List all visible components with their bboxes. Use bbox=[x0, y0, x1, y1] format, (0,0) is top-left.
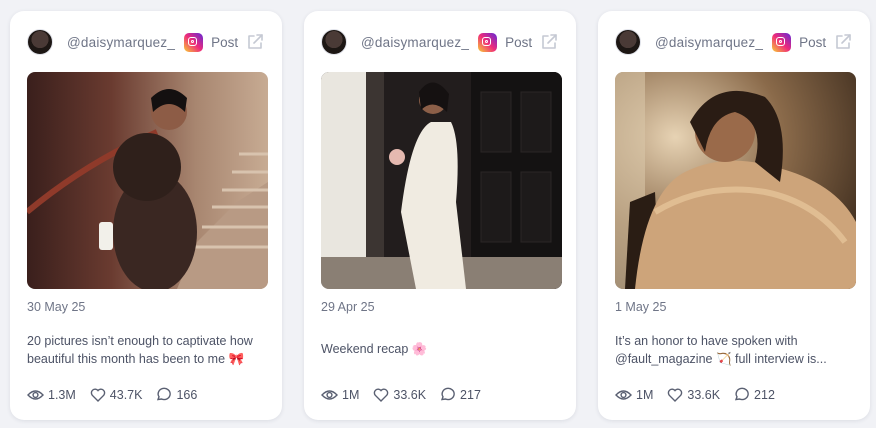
post-image[interactable] bbox=[321, 72, 562, 289]
likes-stat: 33.6K bbox=[373, 388, 426, 402]
post-caption: 20 pictures isn’t enough to captivate ho… bbox=[27, 334, 253, 366]
heart-icon bbox=[90, 388, 106, 402]
views-stat: 1M bbox=[321, 388, 359, 402]
instagram-icon bbox=[478, 32, 498, 52]
post-stats: 1M 33.6K 217 bbox=[321, 387, 495, 402]
post-card[interactable]: @daisymarquez_ Post 30 May 25 20 picture… bbox=[10, 11, 282, 420]
post-caption: It’s an honor to have spoken with @fault… bbox=[615, 334, 827, 366]
post-header: @daisymarquez_ Post bbox=[321, 28, 562, 56]
post-card[interactable]: @daisymarquez_ Post 29 Apr 25 Weekend re… bbox=[304, 11, 576, 420]
post-type-label: Post bbox=[799, 34, 827, 50]
avatar[interactable] bbox=[27, 29, 53, 55]
post-date: 29 Apr 25 bbox=[321, 300, 375, 314]
comments-stat: 166 bbox=[156, 387, 197, 402]
post-image[interactable] bbox=[615, 72, 856, 289]
post-header: @daisymarquez_ Post bbox=[27, 28, 268, 56]
likes-count: 33.6K bbox=[393, 387, 427, 402]
comments-count: 166 bbox=[176, 387, 198, 402]
comments-count: 212 bbox=[754, 387, 775, 402]
views-stat: 1.3M bbox=[27, 388, 76, 402]
comment-icon bbox=[440, 387, 455, 401]
external-link-icon[interactable] bbox=[540, 33, 558, 51]
post-date: 1 May 25 bbox=[615, 300, 667, 314]
external-link-icon[interactable] bbox=[834, 33, 852, 51]
avatar[interactable] bbox=[321, 29, 347, 55]
comments-stat: 212 bbox=[734, 387, 775, 402]
post-caption: Weekend recap 🌸 bbox=[321, 342, 428, 356]
comment-icon bbox=[157, 387, 172, 401]
account-handle[interactable]: @daisymarquez_ bbox=[67, 35, 175, 50]
post-stats: 1.3M 43.7K 166 bbox=[27, 387, 211, 402]
comments-count: 217 bbox=[460, 387, 481, 402]
views-count: 1.3M bbox=[48, 387, 76, 402]
post-date: 30 May 25 bbox=[27, 300, 86, 314]
post-type-label: Post bbox=[505, 34, 533, 50]
external-link-icon[interactable] bbox=[246, 33, 264, 51]
likes-stat: 43.7K bbox=[90, 387, 143, 402]
post-card[interactable]: @daisymarquez_ Post 1 May 25 It’s an hon… bbox=[598, 11, 870, 420]
post-header: @daisymarquez_ Post bbox=[615, 28, 856, 56]
views-stat: 1M bbox=[615, 388, 653, 402]
post-stats: 1M 33.6K 212 bbox=[615, 387, 789, 402]
eye-icon bbox=[27, 389, 44, 400]
heart-icon bbox=[668, 388, 683, 402]
avatar[interactable] bbox=[615, 29, 641, 55]
likes-count: 43.7K bbox=[109, 387, 143, 402]
likes-stat: 33.6K bbox=[667, 388, 720, 402]
views-count: 1M bbox=[342, 387, 360, 402]
likes-count: 33.6K bbox=[687, 387, 721, 402]
views-count: 1M bbox=[636, 387, 654, 402]
post-image[interactable] bbox=[27, 72, 268, 289]
instagram-icon bbox=[772, 32, 792, 52]
post-type-label: Post bbox=[211, 34, 239, 50]
comment-icon bbox=[734, 387, 749, 401]
account-handle[interactable]: @daisymarquez_ bbox=[361, 35, 469, 50]
comments-stat: 217 bbox=[440, 387, 481, 402]
heart-icon bbox=[374, 388, 389, 402]
eye-icon bbox=[321, 389, 338, 400]
account-handle[interactable]: @daisymarquez_ bbox=[655, 35, 763, 50]
eye-icon bbox=[615, 389, 632, 400]
instagram-icon bbox=[184, 32, 204, 52]
